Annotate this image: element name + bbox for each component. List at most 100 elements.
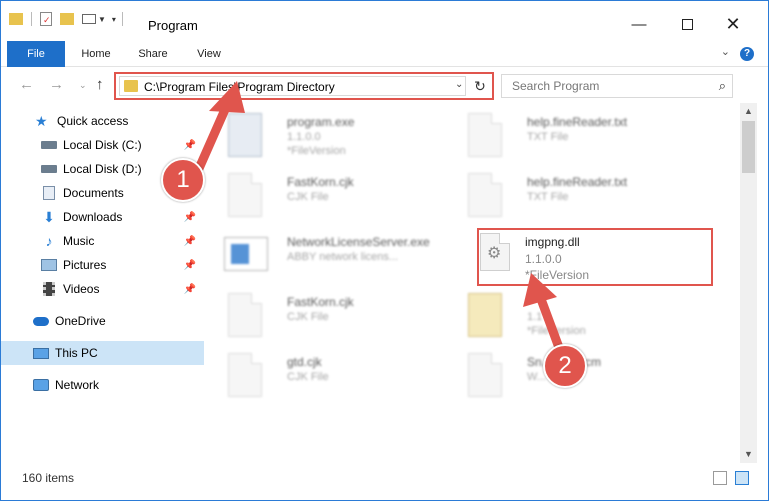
address-bar[interactable]: C:\Program Files\Program Directory ⌄ ↻: [114, 72, 494, 100]
file-type: CJK File: [287, 311, 329, 323]
navigation-bar: ← → ⌄ ↑ C:\Program Files\Program Directo…: [1, 67, 768, 103]
exe-file-icon: [228, 113, 262, 157]
recent-locations-icon[interactable]: ⌄: [79, 80, 87, 91]
sidebar-item-quick-access[interactable]: ★ Quick access: [1, 109, 204, 133]
file-name: FastKorn.cjk: [287, 175, 354, 189]
file-item-fastkorn-cjk-2[interactable]: FastKorn.cjk CJK File: [206, 289, 446, 345]
details-view-icon[interactable]: [713, 471, 727, 485]
file-item-hidden[interactable]: 1.1 *FileVersion: [446, 289, 686, 345]
large-icons-view-icon[interactable]: [735, 471, 749, 485]
sidebar-item-downloads[interactable]: ⬇ Downloads 📌: [1, 205, 204, 229]
sidebar-item-label: Local Disk (D:): [63, 162, 142, 176]
sidebar-item-label: Local Disk (C:): [63, 138, 142, 152]
help-icon[interactable]: ?: [740, 47, 754, 61]
refresh-icon[interactable]: ↻: [471, 77, 489, 95]
close-button[interactable]: ✕: [710, 9, 756, 39]
chevron-down-icon[interactable]: ⌄: [721, 45, 730, 58]
file-type: TXT File: [527, 191, 569, 203]
search-icon[interactable]: ⌕: [719, 78, 726, 94]
scroll-up-icon[interactable]: ▲: [740, 103, 757, 120]
tab-file[interactable]: File: [7, 41, 65, 67]
folder-icon: [124, 80, 138, 92]
separator: [121, 12, 123, 26]
file-version: 1.1.0.0: [287, 131, 321, 143]
sidebar-item-videos[interactable]: Videos 📌: [1, 277, 204, 301]
item-count: 160 items: [22, 471, 75, 485]
file-item-gtd-cjk[interactable]: gtd.cjk CJK File: [206, 349, 446, 405]
pin-icon[interactable]: 📌: [184, 284, 196, 295]
pin-icon[interactable]: 📌: [184, 260, 196, 271]
ribbon-tabs: File Home Share View ⌄ ?: [1, 41, 768, 67]
file-type: CJK File: [287, 371, 329, 383]
documents-icon: [43, 186, 55, 200]
properties-icon[interactable]: ✓: [40, 12, 52, 26]
file-name: gtd.cjk: [287, 355, 322, 369]
step-1-callout: 1: [161, 158, 205, 202]
pin-icon[interactable]: 📌: [184, 140, 196, 151]
sidebar-item-music[interactable]: ♪ Music 📌: [1, 229, 204, 253]
sidebar-item-local-disk-c[interactable]: Local Disk (C:) 📌: [1, 133, 204, 157]
sidebar-item-label: Videos: [63, 282, 100, 296]
minimize-icon: —: [631, 15, 647, 33]
scroll-thumb[interactable]: [742, 121, 755, 173]
file-icon: [228, 353, 262, 397]
vertical-scrollbar[interactable]: ▲ ▼: [740, 103, 757, 463]
file-icon: [468, 353, 502, 397]
new-folder-icon[interactable]: [60, 13, 74, 25]
customize-icon[interactable]: [82, 14, 96, 24]
sidebar-item-label: Documents: [63, 186, 124, 200]
drive-icon: [41, 165, 57, 173]
sidebar-item-label: Network: [55, 378, 100, 392]
search-box[interactable]: Search Program ⌕: [501, 74, 733, 98]
maximize-button[interactable]: [664, 9, 710, 39]
pin-icon[interactable]: 📌: [184, 236, 196, 247]
file-item-network-license-server[interactable]: NetworkLicenseServer.exe ABBY network li…: [206, 229, 446, 285]
back-arrow-icon[interactable]: ←: [19, 76, 34, 93]
separator: [31, 12, 32, 26]
scroll-down-icon[interactable]: ▼: [740, 446, 757, 463]
file-name: program.exe: [287, 115, 355, 129]
dropdown-arrow-icon[interactable]: ▾: [112, 15, 116, 24]
file-item-fastkorn-cjk[interactable]: FastKorn.cjk CJK File: [206, 169, 446, 225]
file-description: *FileVersion: [287, 145, 346, 157]
chevron-down-icon[interactable]: ⌄: [455, 79, 463, 90]
navigation-pane: ★ Quick access Local Disk (C:) 📌 Local D…: [1, 103, 206, 463]
sidebar-item-network[interactable]: Network: [1, 373, 204, 397]
file-item-help-txt-2[interactable]: help.fineReader.txt TXT File: [446, 169, 686, 225]
tab-view[interactable]: View: [187, 41, 231, 67]
file-name: help.fineReader.txt: [527, 115, 628, 129]
search-input[interactable]: Search Program: [512, 79, 599, 93]
file-description: ABBY network licens...: [287, 251, 399, 263]
exe-file-icon: [224, 237, 268, 271]
pictures-icon: [41, 259, 57, 271]
sidebar-item-label: Quick access: [57, 114, 129, 128]
forward-arrow-icon[interactable]: →: [49, 76, 64, 93]
address-path[interactable]: C:\Program Files\Program Directory: [144, 80, 335, 94]
file-type: TXT File: [527, 131, 569, 143]
sidebar-item-this-pc[interactable]: This PC: [1, 341, 204, 365]
folder-icon: [9, 13, 23, 25]
chevron-down-icon[interactable]: ▼: [98, 15, 106, 24]
tab-share[interactable]: Share: [131, 41, 175, 67]
close-icon: ✕: [725, 13, 741, 34]
highlight-box: [477, 228, 713, 286]
file-name: NetworkLicenseServer.exe: [287, 235, 430, 249]
computer-icon: [33, 347, 49, 359]
tab-home[interactable]: Home: [73, 41, 119, 67]
step-2-callout: 2: [543, 344, 587, 388]
file-version: 1.1: [527, 311, 543, 323]
sidebar-item-label: OneDrive: [55, 314, 106, 328]
sidebar-item-pictures[interactable]: Pictures 📌: [1, 253, 204, 277]
file-icon: [468, 293, 502, 337]
file-item-help-txt[interactable]: help.fineReader.txt TXT File: [446, 109, 686, 165]
file-item-program-exe[interactable]: program.exe 1.1.0.0 *FileVersion: [206, 109, 446, 165]
minimize-button[interactable]: —: [616, 9, 662, 39]
address-field[interactable]: C:\Program Files\Program Directory ⌄: [119, 76, 466, 96]
file-description: *FileVersion: [527, 325, 586, 337]
pin-icon[interactable]: 📌: [184, 212, 196, 223]
sidebar-item-onedrive[interactable]: OneDrive: [1, 309, 204, 333]
up-arrow-icon[interactable]: ↑: [96, 76, 104, 93]
title-bar: ✓ ▼ ▾ Program — ✕: [1, 1, 768, 41]
window-title: Program: [148, 18, 198, 33]
file-icon: [228, 293, 262, 337]
